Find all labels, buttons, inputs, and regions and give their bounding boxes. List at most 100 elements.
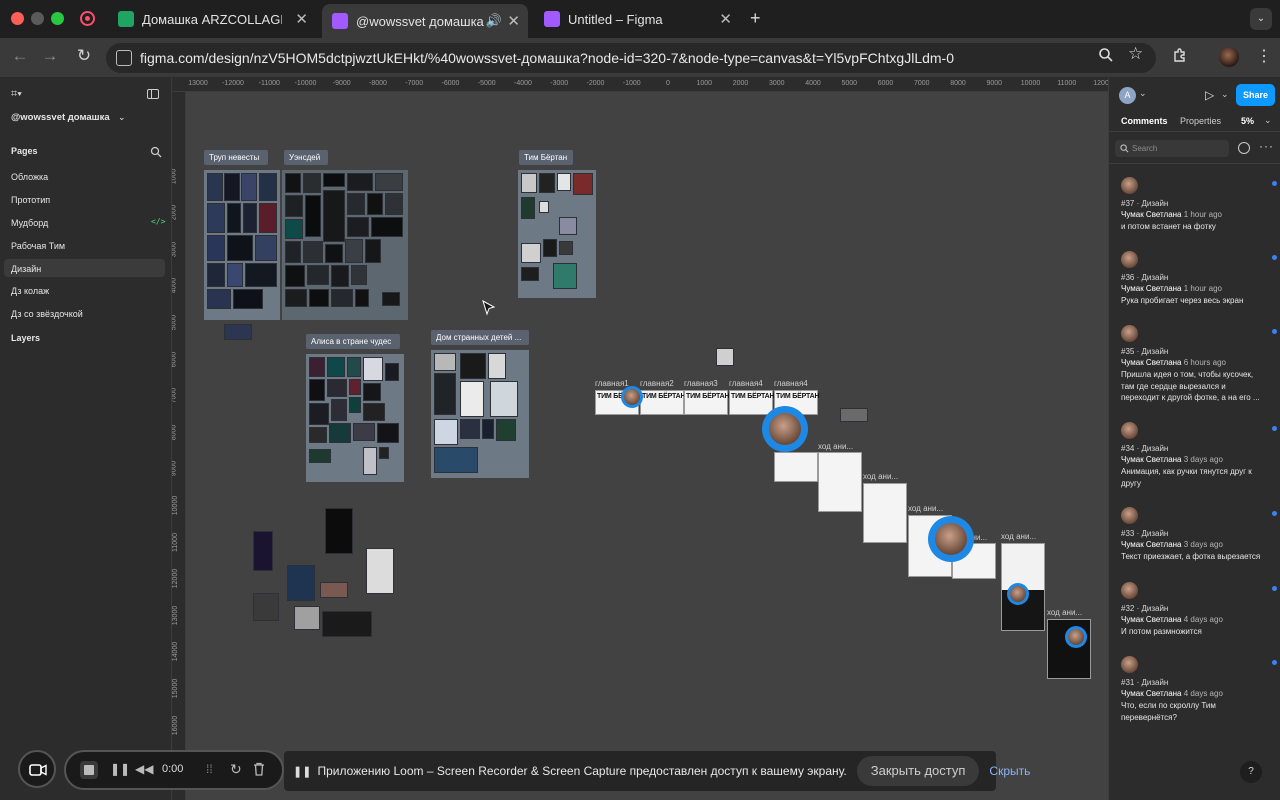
close-icon[interactable]: ✕	[719, 10, 732, 28]
moodboard-alice[interactable]	[306, 354, 404, 482]
canvas-image[interactable]	[294, 606, 320, 630]
frame-glavnaya-2[interactable]: ТИМ БЁРТАН	[640, 390, 686, 415]
comment-pin[interactable]	[1007, 583, 1029, 605]
file-name[interactable]: @wowssvet домашка	[11, 112, 110, 123]
board-label-tim-burton[interactable]: Тим Бёртан	[519, 150, 573, 165]
present-play-icon[interactable]: ▷	[1205, 88, 1214, 102]
frame-name[interactable]: главная4	[729, 379, 763, 388]
reload-icon[interactable]: ↻	[72, 46, 96, 66]
moodboard-corpse-bride[interactable]	[204, 170, 280, 320]
profile-avatar[interactable]	[1219, 47, 1239, 67]
canvas-image[interactable]	[287, 565, 315, 601]
comment-pin[interactable]	[762, 406, 808, 452]
multiplayer-chevron-icon[interactable]: ⌄	[1139, 88, 1147, 99]
frame-animation-step[interactable]	[818, 452, 862, 512]
page-item-star-hw[interactable]: Дз со звёздочкой	[11, 309, 83, 319]
canvas-image[interactable]	[840, 408, 868, 422]
panel-toggle-icon[interactable]	[147, 89, 159, 99]
moodboard-peculiar-children[interactable]	[431, 350, 529, 478]
share-button[interactable]: Share	[1236, 84, 1275, 106]
frame-animation-step[interactable]	[863, 483, 907, 543]
tab-properties[interactable]: Properties	[1180, 116, 1221, 126]
figma-canvas[interactable]: 13000 -12000 -11000 -10000 -9000 -8000 -7000-…	[172, 78, 1108, 800]
loom-drag-handle-icon[interactable]: ⁞⁞	[206, 762, 213, 776]
search-icon[interactable]	[150, 145, 162, 158]
stop-sharing-button[interactable]: Закрыть доступ	[856, 756, 980, 786]
canvas-image[interactable]	[366, 548, 394, 594]
canvas-image[interactable]	[224, 324, 252, 340]
window-close-button[interactable]	[11, 12, 24, 25]
frame-name[interactable]: ход ани...	[1001, 532, 1036, 541]
frame-name[interactable]: главная1	[595, 379, 629, 388]
notice-pause-icon[interactable]: ❚❚	[293, 765, 311, 778]
new-tab-button[interactable]: +	[750, 8, 761, 29]
frame-glavnaya-3[interactable]: ТИМ БЁРТАН	[684, 390, 730, 415]
bookmark-star-icon[interactable]: ☆	[1128, 44, 1143, 64]
board-label-alice[interactable]: Алиса в стране чудес	[306, 334, 400, 349]
canvas-image[interactable]	[253, 593, 279, 621]
help-button[interactable]: ?	[1240, 761, 1262, 783]
address-bar[interactable]: figma.com/design/nzV5HOM5dctpjwztUkEHkt/…	[106, 43, 1156, 73]
extensions-puzzle-icon[interactable]	[1172, 47, 1188, 63]
loom-restart-icon[interactable]: ↻	[230, 761, 242, 778]
canvas-image[interactable]	[253, 531, 273, 571]
page-item-working-tim[interactable]: Рабочая Тим	[11, 241, 65, 251]
user-avatar[interactable]: A	[1119, 87, 1136, 104]
zoom-level[interactable]: 5%	[1241, 116, 1254, 126]
frame-glavnaya-4[interactable]: ТИМ БЁРТАН	[729, 390, 775, 415]
loom-stop-button[interactable]	[80, 761, 98, 779]
board-label-peculiar-children[interactable]: Дом странных детей ...	[431, 330, 529, 345]
filter-icon[interactable]	[1238, 142, 1250, 154]
comment-pin[interactable]	[1065, 626, 1087, 648]
tab-search-chevron-icon[interactable]: ⌄	[1250, 8, 1272, 30]
figma-main-menu-icon[interactable]: ⌗▾	[11, 88, 22, 101]
frame-name[interactable]: ход ани...	[1047, 608, 1082, 617]
canvas-image[interactable]	[325, 508, 353, 554]
tab-arzcollage[interactable]: Домашка ARZCOLLAGE | ПО ✕	[108, 4, 316, 34]
forward-arrow-icon[interactable]: →	[38, 46, 62, 66]
moodboard-wednesday[interactable]	[282, 170, 408, 320]
close-icon[interactable]: ✕	[295, 10, 308, 28]
page-item-cover[interactable]: Обложка	[11, 172, 48, 182]
tab-comments[interactable]: Comments	[1121, 116, 1168, 126]
loom-rewind-icon[interactable]: ◀◀	[135, 762, 153, 776]
canvas-image[interactable]	[716, 348, 734, 366]
canvas-image[interactable]	[320, 582, 348, 598]
back-arrow-icon[interactable]: ←	[8, 46, 32, 66]
page-item-prototype[interactable]: Прототип	[11, 195, 50, 205]
canvas-image[interactable]	[322, 611, 372, 637]
more-options-icon[interactable]: ···	[1259, 139, 1274, 153]
site-info-icon[interactable]	[116, 50, 132, 66]
board-label-corpse-bride[interactable]: Труп невесты	[204, 150, 268, 165]
file-menu-chevron-icon[interactable]: ⌄	[118, 112, 126, 123]
moodboard-tim-burton[interactable]	[518, 170, 596, 298]
frame-name[interactable]: главная4	[774, 379, 808, 388]
comment-pin[interactable]	[621, 386, 643, 408]
close-icon[interactable]: ✕	[507, 12, 520, 30]
page-item-collage-hw[interactable]: Дз колаж	[11, 286, 49, 296]
frame-name[interactable]: главная2	[640, 379, 674, 388]
browser-menu-icon[interactable]: ⋮	[1256, 46, 1272, 66]
zoom-search-icon[interactable]	[1098, 47, 1114, 63]
hide-link[interactable]: Скрыть	[989, 764, 1030, 778]
loom-trash-icon[interactable]	[253, 762, 265, 776]
frame-animation-step[interactable]	[774, 452, 818, 482]
window-maximize-button[interactable]	[51, 12, 64, 25]
loom-pause-icon[interactable]: ❚❚	[110, 762, 130, 776]
present-chevron-icon[interactable]: ⌄	[1221, 89, 1229, 100]
frame-name[interactable]: ход ани...	[908, 504, 943, 513]
page-item-moodboard[interactable]: Мудборд	[11, 218, 48, 228]
frame-name[interactable]: главная3	[684, 379, 718, 388]
tab-wowssvet[interactable]: @wowssvet домашка – F 🔊 ✕	[322, 4, 528, 38]
frame-name[interactable]: ход ани...	[863, 472, 898, 481]
loom-camera-button[interactable]	[18, 750, 56, 788]
tab-untitled-figma[interactable]: Untitled – Figma ✕	[534, 4, 740, 34]
zoom-chevron-icon[interactable]: ⌄	[1264, 115, 1272, 126]
window-minimize-button[interactable]	[31, 12, 44, 25]
speaker-icon[interactable]: 🔊	[486, 13, 502, 29]
board-label-wednesday[interactable]: Уэнсдей	[284, 150, 328, 165]
comment-pin[interactable]	[928, 516, 974, 562]
frame-name[interactable]: ход ани...	[818, 442, 853, 451]
comment-search-input[interactable]: Search	[1115, 140, 1229, 157]
page-item-design[interactable]: Дизайн	[11, 264, 41, 274]
